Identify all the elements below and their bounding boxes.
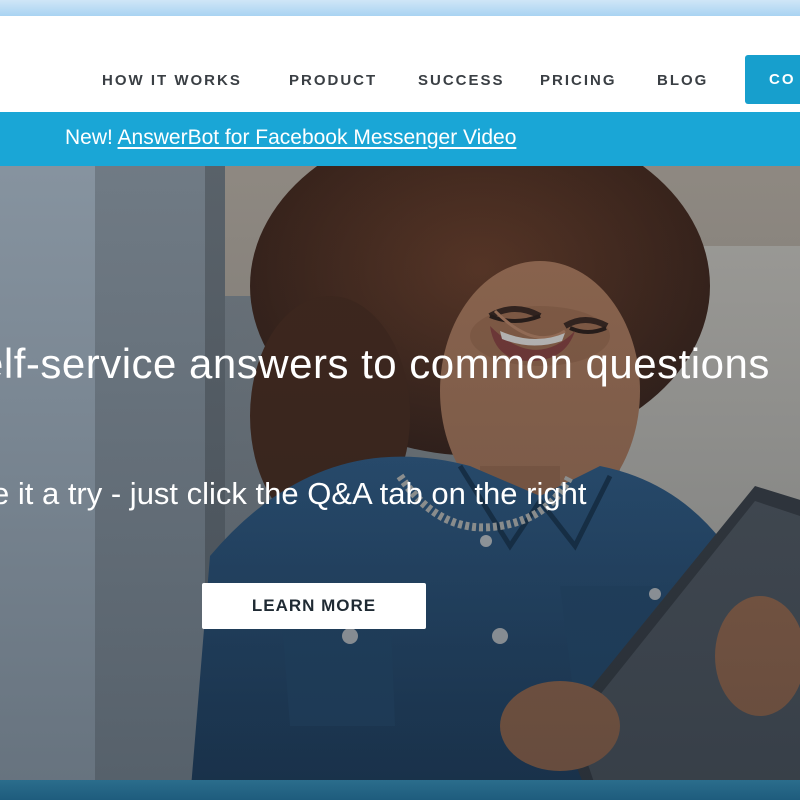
hero-title: elf-service answers to common questions bbox=[0, 340, 770, 387]
announcement-link[interactable]: AnswerBot for Facebook Messenger Video bbox=[118, 126, 517, 149]
nav-product[interactable]: PRODUCT bbox=[289, 72, 377, 89]
nav-success[interactable]: SUCCESS bbox=[418, 72, 505, 89]
hero-section: elf-service answers to common questions … bbox=[0, 166, 800, 800]
nav-pricing[interactable]: PRICING bbox=[540, 72, 617, 89]
hero-subtitle: e it a try - just click the Q&A tab on t… bbox=[0, 476, 587, 511]
announcement-bar: New! AnswerBot for Facebook Messenger Vi… bbox=[0, 112, 800, 166]
browser-top-strip bbox=[0, 0, 800, 16]
nav-how-it-works[interactable]: HOW IT WORKS bbox=[102, 72, 242, 89]
contact-button[interactable]: CO bbox=[745, 55, 800, 104]
announcement-prefix: New! bbox=[65, 126, 113, 149]
top-navigation: HOW IT WORKS PRODUCT SUCCESS PRICING BLO… bbox=[0, 16, 800, 112]
learn-more-button[interactable]: LEARN MORE bbox=[202, 583, 426, 629]
nav-blog[interactable]: BLOG bbox=[657, 72, 708, 89]
bottom-edge-bar bbox=[0, 780, 800, 800]
